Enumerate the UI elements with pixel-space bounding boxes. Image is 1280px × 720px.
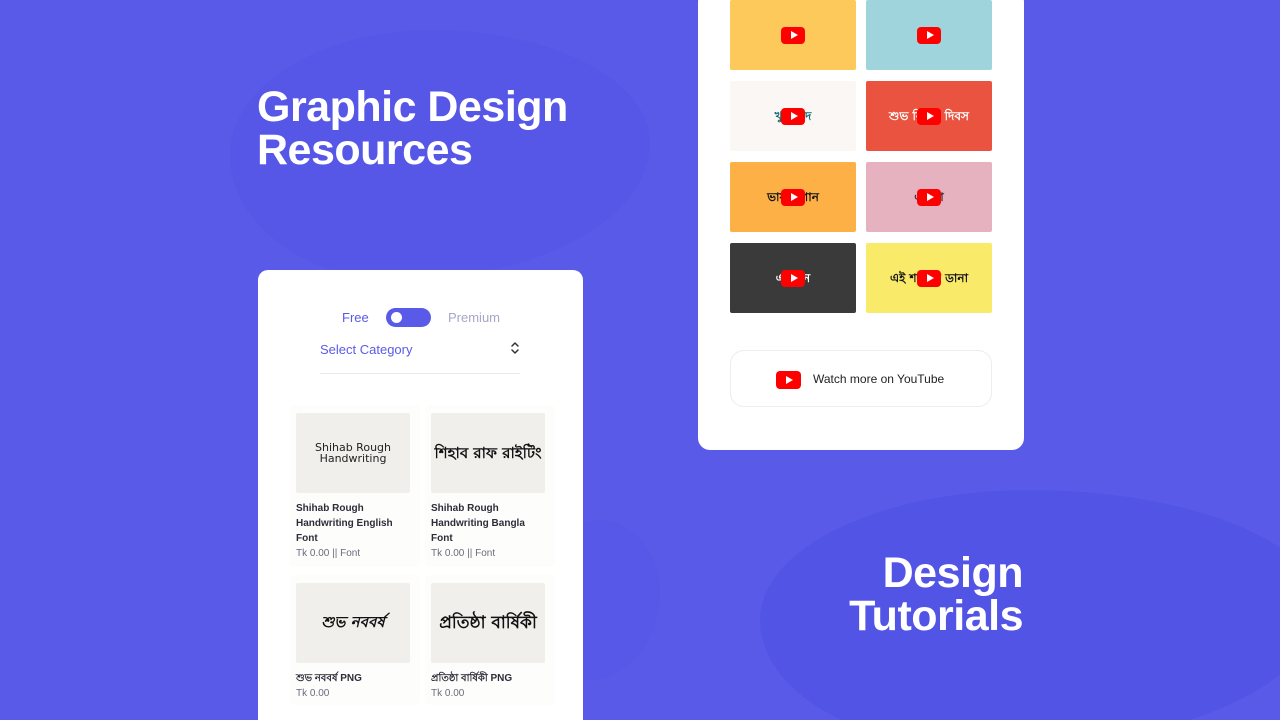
product-grid: Shihab Rough Handwriting Shihab Rough Ha… xyxy=(290,405,560,705)
product-card[interactable]: শিহাব রাফ রাইটিং Shihab Rough Handwritin… xyxy=(425,405,555,567)
watch-more-label: Watch more on YouTube xyxy=(813,372,945,386)
toggle-premium-label[interactable]: Premium xyxy=(448,310,500,325)
video-thumbnail[interactable] xyxy=(866,0,992,70)
product-card[interactable]: প্রতিষ্ঠা বার্ষিকী প্রতিষ্ঠা বার্ষিকী PN… xyxy=(425,575,555,705)
resources-card: Free Premium Select Category Shihab Roug… xyxy=(258,270,583,720)
product-title[interactable]: প্রতিষ্ঠা বার্ষিকী PNG xyxy=(431,671,549,686)
youtube-play-icon[interactable] xyxy=(781,269,805,287)
free-premium-switch[interactable] xyxy=(386,308,431,327)
headline-line: Design xyxy=(882,549,1024,597)
video-thumbnail[interactable]: খুশি ঈদ xyxy=(730,81,856,151)
product-meta: Tk 0.00 xyxy=(431,688,465,699)
pricing-toggle: Free Premium xyxy=(258,308,583,328)
product-card[interactable]: Shihab Rough Handwriting Shihab Rough Ha… xyxy=(290,405,420,567)
video-thumbnail[interactable]: একদিন xyxy=(730,243,856,313)
video-grid: খুশি ঈদশুভ বিজয় দিবসভাষার গানএকুশেএকদিন… xyxy=(730,0,992,313)
product-card[interactable]: শুভ নববর্ষ শুভ নববর্ষ PNG Tk 0.00 xyxy=(290,575,420,705)
product-title[interactable]: Shihab Rough Handwriting English Font xyxy=(296,501,414,546)
category-select[interactable]: Select Category xyxy=(320,340,520,374)
video-thumbnail[interactable] xyxy=(730,0,856,70)
youtube-play-icon[interactable] xyxy=(917,269,941,287)
resources-headline: Graphic Design Resources xyxy=(257,86,568,172)
youtube-play-icon[interactable] xyxy=(781,107,805,125)
youtube-play-icon[interactable] xyxy=(781,26,805,44)
product-thumbnail: শিহাব রাফ রাইটিং xyxy=(431,413,545,493)
video-thumbnail[interactable]: একুশে xyxy=(866,162,992,232)
toggle-free-label[interactable]: Free xyxy=(342,310,369,325)
product-thumbnail: প্রতিষ্ঠা বার্ষিকী xyxy=(431,583,545,663)
category-select-placeholder: Select Category xyxy=(320,342,413,357)
product-meta: Tk 0.00 || Font xyxy=(296,548,361,559)
product-title[interactable]: Shihab Rough Handwriting Bangla Font xyxy=(431,501,549,546)
headline-line: Tutorials xyxy=(849,592,1023,640)
watch-more-youtube-button[interactable]: Watch more on YouTube xyxy=(730,350,992,407)
video-thumbnail[interactable]: শুভ বিজয় দিবস xyxy=(866,81,992,151)
video-thumbnail[interactable]: ভাষার গান xyxy=(730,162,856,232)
product-meta: Tk 0.00 || Font xyxy=(431,548,496,559)
youtube-icon xyxy=(776,371,801,389)
youtube-play-icon[interactable] xyxy=(917,188,941,206)
switch-knob xyxy=(391,312,402,323)
headline-line: Resources xyxy=(257,126,473,174)
tutorials-card: খুশি ঈদশুভ বিজয় দিবসভাষার গানএকুশেএকদিন… xyxy=(698,0,1024,450)
youtube-play-icon[interactable] xyxy=(917,26,941,44)
youtube-play-icon[interactable] xyxy=(781,188,805,206)
product-meta: Tk 0.00 xyxy=(296,688,330,699)
youtube-play-icon[interactable] xyxy=(917,107,941,125)
chevron-up-down-icon xyxy=(511,342,519,354)
tutorials-headline: Design Tutorials xyxy=(800,552,1023,638)
product-title[interactable]: শুভ নববর্ষ PNG xyxy=(296,671,414,686)
product-thumbnail: Shihab Rough Handwriting xyxy=(296,413,410,493)
video-thumbnail[interactable]: এই শহরের ডানা xyxy=(866,243,992,313)
product-thumbnail: শুভ নববর্ষ xyxy=(296,583,410,663)
headline-line: Graphic Design xyxy=(257,83,568,131)
